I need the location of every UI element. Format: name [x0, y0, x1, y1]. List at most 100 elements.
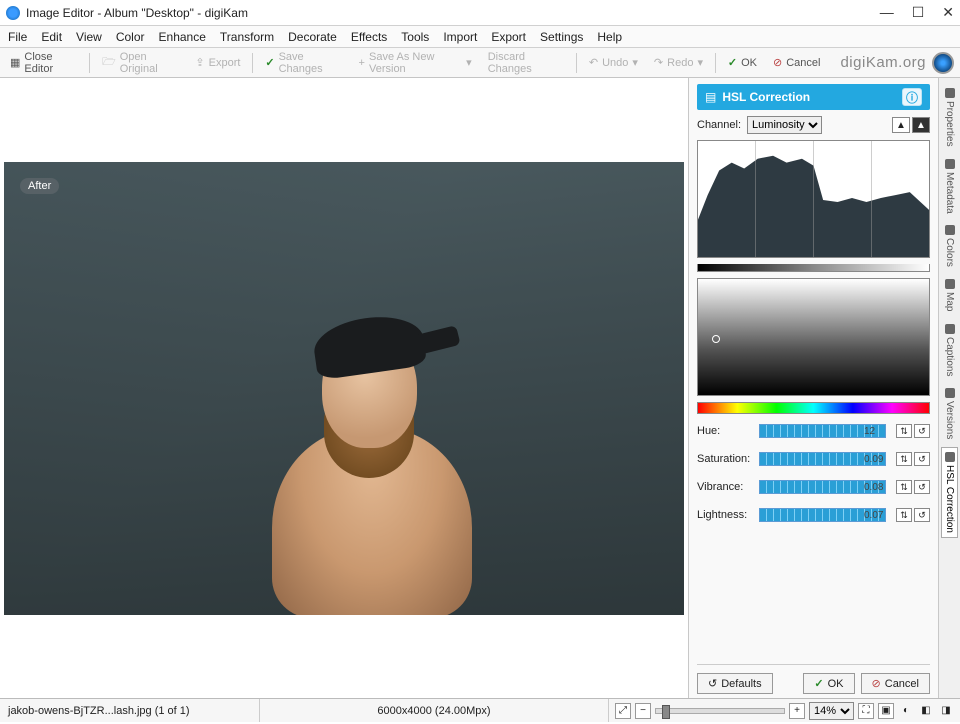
lightness-stepper[interactable]: ⇅: [896, 508, 912, 522]
check-icon: ✓: [814, 677, 823, 690]
menu-import[interactable]: Import: [443, 30, 477, 44]
save-as-new-button[interactable]: + Save As New Version ▾: [355, 49, 476, 77]
menu-export[interactable]: Export: [491, 30, 526, 44]
discard-changes-button[interactable]: Discard Changes: [484, 49, 568, 77]
histogram[interactable]: [697, 140, 930, 258]
statusbar: jakob-owens-BjTZR...lash.jpg (1 of 1) 60…: [0, 698, 960, 722]
close-editor-label: Close Editor: [24, 51, 77, 75]
tab-metadata[interactable]: Metadata: [942, 155, 957, 218]
panel-ok-button[interactable]: ✓ OK: [803, 673, 854, 694]
menu-effects[interactable]: Effects: [351, 30, 387, 44]
zoom-in-button[interactable]: +: [789, 703, 805, 719]
menu-edit[interactable]: Edit: [41, 30, 62, 44]
hue-reset[interactable]: ↺: [914, 424, 930, 438]
versions-icon: [945, 388, 955, 398]
zoom-fit-button[interactable]: ⤢: [615, 703, 631, 719]
close-editor-button[interactable]: ▦ Close Editor: [6, 49, 81, 77]
menu-decorate[interactable]: Decorate: [288, 30, 337, 44]
panel-icon: ▤: [705, 90, 716, 104]
tab-map[interactable]: Map: [942, 275, 957, 315]
zoom-slider[interactable]: [655, 708, 785, 714]
redo-button[interactable]: ↷ Redo ▾: [650, 54, 707, 71]
menu-color[interactable]: Color: [116, 30, 145, 44]
defaults-button[interactable]: ↺ Defaults: [697, 673, 773, 694]
log-scale-button[interactable]: ▲: [912, 117, 930, 133]
titlebar: Image Editor - Album "Desktop" - digiKam…: [0, 0, 960, 26]
menu-help[interactable]: Help: [597, 30, 622, 44]
lightness-reset[interactable]: ↺: [914, 508, 930, 522]
tab-captions[interactable]: Captions: [942, 320, 957, 380]
zoom-select[interactable]: 14%: [809, 702, 854, 720]
saturation-stepper[interactable]: ⇅: [896, 452, 912, 466]
export-button[interactable]: ⇪ Export: [191, 54, 244, 71]
save-changes-button[interactable]: ✓ Save Changes: [261, 49, 346, 77]
export-label: Export: [209, 57, 241, 69]
tab-versions[interactable]: Versions: [942, 384, 957, 443]
color-picker-marker[interactable]: [710, 333, 721, 344]
undo-button[interactable]: ↶ Undo ▾: [585, 54, 642, 71]
maximize-button[interactable]: ☐: [912, 4, 925, 21]
hue-value[interactable]: 12: [864, 426, 892, 437]
hue-strip[interactable]: [697, 402, 930, 414]
image-preview: After: [4, 162, 684, 615]
tab-hsl-correction[interactable]: HSL Correction: [941, 447, 958, 538]
channel-label: Channel:: [697, 119, 741, 131]
cancel-button[interactable]: ⊘ Cancel: [769, 54, 824, 71]
menu-settings[interactable]: Settings: [540, 30, 583, 44]
workspace: After ▤ HSL Correction ⓘ Channel: Lumino…: [0, 78, 960, 698]
tab-properties[interactable]: Properties: [942, 84, 957, 151]
close-button[interactable]: ✕: [942, 4, 954, 21]
panel-ok-label: OK: [828, 678, 844, 690]
redo-icon: ↷: [654, 56, 663, 69]
minimize-button[interactable]: —: [880, 4, 894, 21]
save-as-new-label: Save As New Version: [369, 51, 462, 75]
channel-select[interactable]: Luminosity: [747, 116, 822, 134]
right-panel: ▤ HSL Correction ⓘ Channel: Luminosity ▲…: [688, 78, 938, 698]
menu-transform[interactable]: Transform: [220, 30, 274, 44]
canvas-area[interactable]: After: [0, 78, 688, 698]
panel-cancel-button[interactable]: ⊘ Cancel: [861, 673, 930, 694]
info-button[interactable]: ⓘ: [902, 88, 922, 106]
redo-label: Redo: [667, 57, 693, 69]
menu-view[interactable]: View: [76, 30, 102, 44]
vibrance-slider-row: Vibrance: 0.08 ⇅ ↺: [697, 476, 930, 498]
menu-tools[interactable]: Tools: [401, 30, 429, 44]
linear-scale-button[interactable]: ▲: [892, 117, 910, 133]
vibrance-stepper[interactable]: ⇅: [896, 480, 912, 494]
saturation-reset[interactable]: ↺: [914, 452, 930, 466]
tab-colors[interactable]: Colors: [942, 221, 957, 271]
under-exposure-toggle[interactable]: ◨: [938, 703, 954, 719]
close-editor-icon: ▦: [10, 56, 20, 69]
over-exposure-toggle[interactable]: ◧: [918, 703, 934, 719]
separator: [715, 53, 716, 73]
brand: digiKam.org: [840, 52, 954, 74]
menu-enhance[interactable]: Enhance: [159, 30, 206, 44]
chevron-down-icon: ▾: [632, 56, 638, 69]
zoom-out-button[interactable]: −: [635, 703, 651, 719]
zoom-100-button[interactable]: ⛶: [858, 703, 874, 719]
color-managed-toggle[interactable]: ◐: [898, 703, 914, 719]
vibrance-value[interactable]: 0.08: [864, 482, 892, 493]
hue-slider-row: Hue: 12 ⇅ ↺: [697, 420, 930, 442]
zoom-fit-window-button[interactable]: ▣: [878, 703, 894, 719]
status-filename: jakob-owens-BjTZR...lash.jpg (1 of 1): [0, 699, 260, 722]
plus-icon: +: [359, 57, 365, 69]
save-changes-label: Save Changes: [279, 51, 343, 75]
defaults-label: Defaults: [721, 678, 761, 690]
separator: [89, 53, 90, 73]
color-picker[interactable]: [697, 278, 930, 396]
open-original-button[interactable]: 🗁 Open Original: [98, 49, 183, 77]
metadata-icon: [945, 159, 955, 169]
saturation-value[interactable]: 0.09: [864, 454, 892, 465]
ok-button[interactable]: ✓ OK: [724, 54, 761, 71]
map-icon: [945, 279, 955, 289]
vibrance-reset[interactable]: ↺: [914, 480, 930, 494]
lightness-value[interactable]: 0.07: [864, 510, 892, 521]
menu-file[interactable]: File: [8, 30, 27, 44]
hue-stepper[interactable]: ⇅: [896, 424, 912, 438]
chevron-down-icon: ▾: [466, 56, 472, 69]
undo-icon: ↶: [589, 56, 598, 69]
zoom-thumb[interactable]: [662, 705, 670, 719]
colors-icon: [945, 225, 955, 235]
vibrance-label: Vibrance:: [697, 481, 755, 493]
